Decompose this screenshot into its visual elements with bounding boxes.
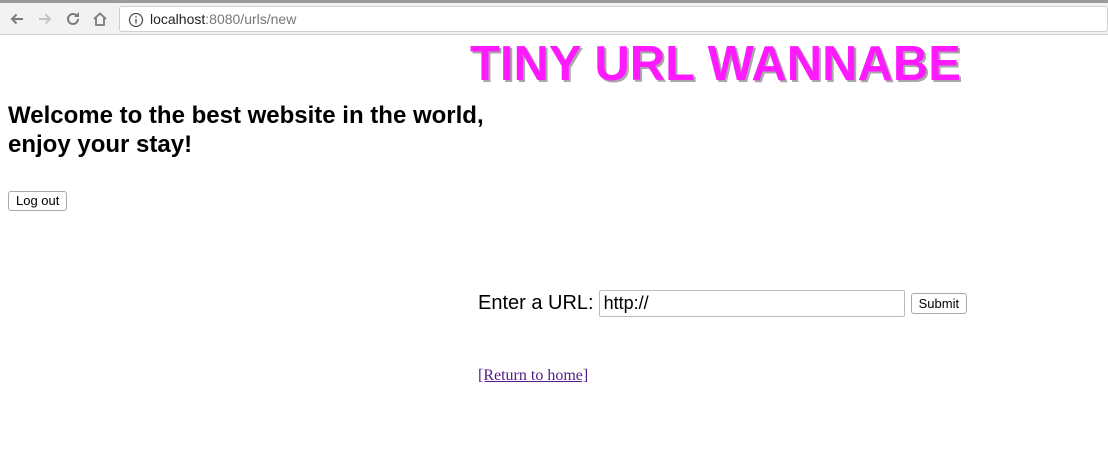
back-arrow-icon[interactable] <box>6 8 28 30</box>
info-icon[interactable] <box>128 12 144 28</box>
long-url-input[interactable] <box>598 290 905 317</box>
new-url-form: Enter a URL: Submit <box>478 290 968 317</box>
return-home-link[interactable]: [Return to home] <box>478 367 588 385</box>
address-url: localhost:8080/urls/new <box>150 11 296 27</box>
home-icon[interactable] <box>89 8 111 30</box>
site-title: TINY URL WANNABE <box>470 37 961 91</box>
forward-arrow-icon[interactable] <box>34 8 56 30</box>
reload-icon[interactable] <box>62 8 84 30</box>
browser-toolbar: localhost:8080/urls/new <box>0 0 1108 35</box>
submit-button[interactable]: Submit <box>910 293 968 314</box>
url-field-label: Enter a URL: <box>478 292 594 314</box>
url-host: localhost <box>150 11 206 27</box>
logout-button[interactable]: Log out <box>8 191 68 211</box>
welcome-line-1: Welcome to the best website in the world… <box>8 102 484 129</box>
welcome-message: Welcome to the best website in the world… <box>8 101 528 159</box>
address-bar[interactable]: localhost:8080/urls/new <box>119 6 1108 32</box>
welcome-line-2: enjoy your stay! <box>8 131 193 158</box>
url-path: :8080/urls/new <box>205 11 297 27</box>
